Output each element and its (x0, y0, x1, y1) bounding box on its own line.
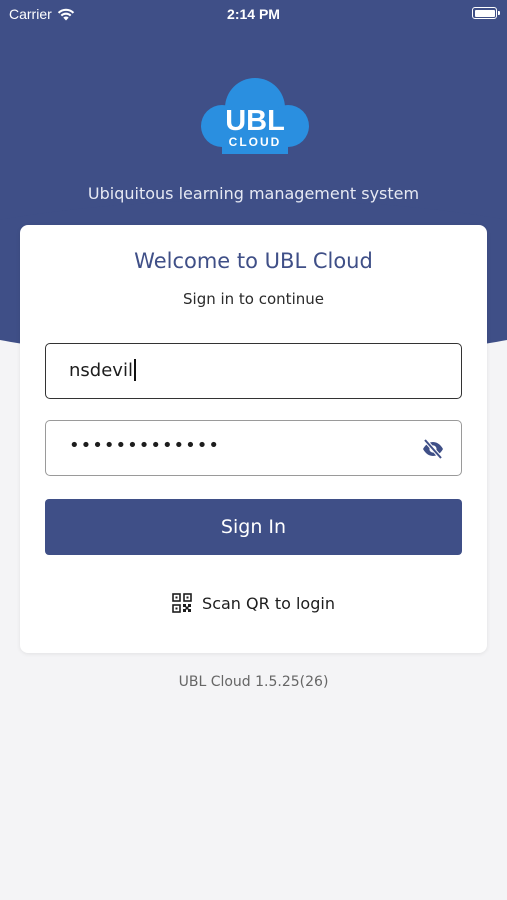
battery-level (474, 9, 495, 17)
status-bar: Carrier 2:14 PM (0, 0, 507, 28)
eye-off-icon[interactable] (421, 437, 445, 461)
username-input[interactable]: nsdevil (69, 359, 136, 381)
username-value: nsdevil (69, 359, 133, 381)
status-time: 2:14 PM (227, 6, 280, 22)
logo-sub-text: CLOUD (229, 135, 282, 149)
password-value: ••••••••••••• (69, 435, 221, 456)
username-field[interactable]: nsdevil (45, 343, 462, 399)
login-screen: Carrier 2:14 PM UBL CLOUD Ubiquitous lea… (0, 0, 507, 900)
battery-icon (472, 7, 500, 19)
scan-qr-label: Scan QR to login (202, 593, 335, 613)
app-version: UBL Cloud 1.5.25(26) (178, 674, 329, 690)
welcome-title: Welcome to UBL Cloud (134, 249, 373, 273)
sign-in-button[interactable]: Sign In (45, 499, 462, 555)
logo-main-text: UBL (225, 105, 285, 137)
sign-in-subtitle: Sign in to continue (183, 290, 324, 308)
password-field[interactable]: ••••••••••••• (45, 420, 462, 476)
login-card: Welcome to UBL Cloud Sign in to continue… (20, 225, 487, 653)
tagline: Ubiquitous learning management system (87, 184, 420, 203)
scan-qr-button[interactable]: Scan QR to login (20, 593, 487, 613)
qr-code-icon (172, 593, 192, 613)
text-cursor (133, 359, 136, 381)
ubl-cloud-logo: UBL CLOUD (201, 78, 309, 154)
